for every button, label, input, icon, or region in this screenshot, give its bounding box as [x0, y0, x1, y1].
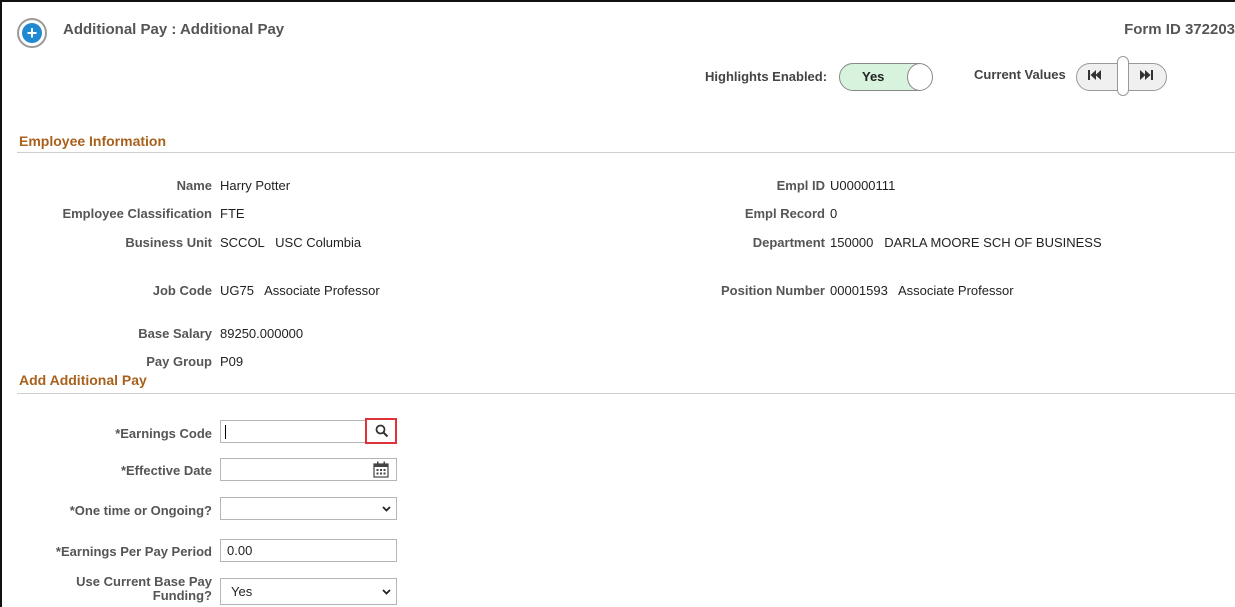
empl-record-label: Empl Record [744, 206, 825, 221]
toggle-knob [907, 64, 932, 90]
business-unit-label: Business Unit [125, 235, 212, 250]
effective-date-label: *Effective Date [120, 463, 212, 478]
job-code-label: Job Code [152, 283, 212, 298]
pay-group-value: P09 [220, 354, 244, 369]
chevron-down-icon [382, 506, 391, 512]
highlights-toggle-value: Yes [862, 69, 885, 84]
plus-circle-icon: + [22, 23, 42, 43]
add-button[interactable]: + [17, 18, 47, 48]
earnings-code-input[interactable] [220, 420, 367, 443]
business-unit-value: SCCOL USC Columbia [220, 235, 362, 250]
position-number-label: Position Number [720, 283, 825, 298]
empl-record-value: 0 [830, 206, 838, 221]
search-icon [375, 424, 389, 438]
chevron-down-icon [382, 589, 391, 595]
highlights-toggle[interactable]: Yes [839, 63, 933, 91]
earnings-code-lookup-button[interactable] [365, 418, 397, 444]
one-time-ongoing-select[interactable] [220, 497, 397, 520]
effective-date-input[interactable] [220, 458, 397, 481]
current-values-control[interactable] [1076, 56, 1167, 96]
highlights-label: Highlights Enabled: [705, 69, 828, 84]
current-values-divider [1117, 56, 1129, 96]
base-salary-value: 89250.000000 [220, 326, 304, 341]
employee-information-heading: Employee Information [19, 133, 167, 149]
name-value: Harry Potter [220, 178, 291, 193]
job-code-value: UG75 Associate Professor [220, 283, 380, 298]
earnings-per-pay-period-label: *Earnings Per Pay Period [55, 544, 212, 559]
use-current-base-pay-funding-select[interactable]: Yes [220, 578, 397, 605]
employee-classification-label: Employee Classification [62, 206, 212, 221]
section-divider [17, 393, 1235, 394]
form-id: Form ID 372203 [1124, 21, 1235, 38]
empl-id-value: U00000111 [830, 178, 896, 193]
window-border-top [0, 0, 1235, 2]
earnings-code-label: *Earnings Code [115, 426, 212, 441]
last-record-icon[interactable] [1139, 69, 1153, 84]
department-label: Department [752, 235, 825, 250]
add-additional-pay-heading: Add Additional Pay [19, 372, 147, 388]
department-value: 150000 DARLA MOORE SCH OF BUSINESS [830, 235, 1102, 250]
window-border-left [0, 0, 2, 607]
empl-id-label: Empl ID [776, 178, 825, 193]
text-caret [225, 425, 226, 439]
employee-classification-value: FTE [220, 206, 245, 221]
position-number-value: 00001593 Associate Professor [830, 283, 1014, 298]
current-values-label: Current Values [974, 67, 1066, 82]
first-record-icon[interactable] [1088, 69, 1102, 84]
calendar-icon[interactable] [373, 461, 389, 478]
use-current-base-pay-funding-label: Use Current Base Pay Funding? [76, 574, 212, 603]
earnings-per-pay-period-input[interactable]: 0.00 [220, 539, 397, 562]
section-divider [17, 152, 1235, 153]
name-label: Name [176, 178, 212, 193]
page-title: Additional Pay : Additional Pay [63, 21, 285, 38]
base-salary-label: Base Salary [138, 326, 212, 341]
pay-group-label: Pay Group [146, 354, 212, 369]
one-time-ongoing-label: *One time or Ongoing? [69, 503, 212, 518]
